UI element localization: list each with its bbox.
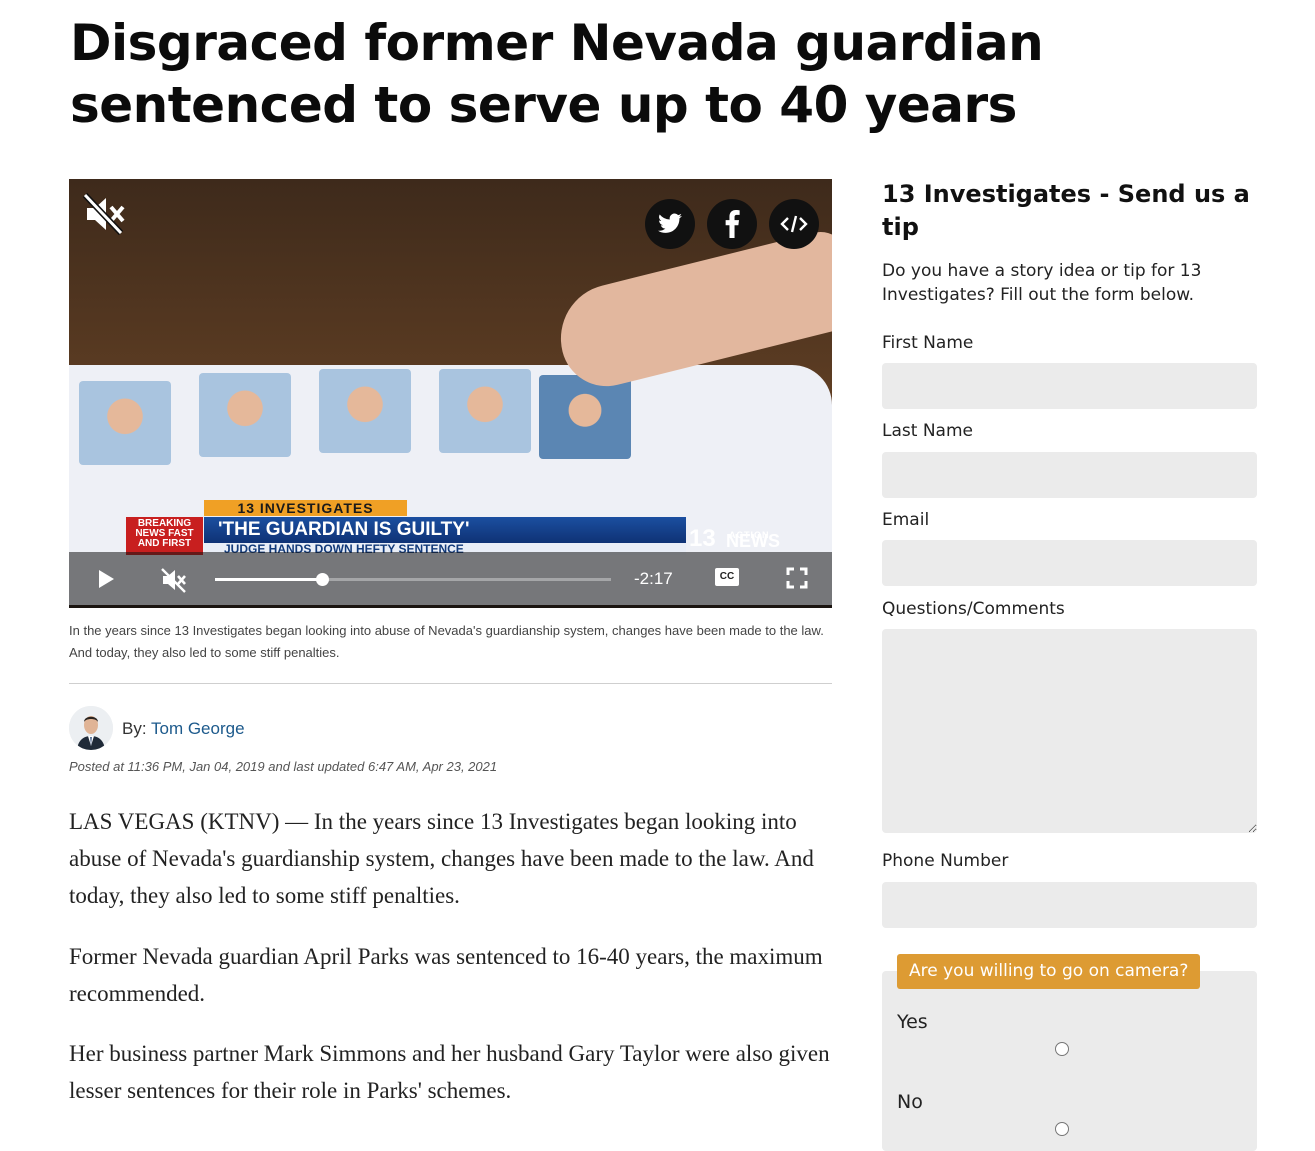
last-name-field[interactable]: [882, 452, 1257, 498]
video-control-bar: -2:17 CC: [69, 552, 832, 608]
comments-label: Questions/Comments: [882, 599, 1065, 619]
article-headline: Disgraced former Nevada guardian sentenc…: [70, 14, 1044, 134]
camera-option-yes-radio[interactable]: [1055, 1042, 1069, 1056]
video-progress-fill: [215, 578, 322, 581]
video-photo: [319, 369, 411, 453]
video-time-remaining: -2:17: [634, 569, 673, 588]
divider: [69, 683, 832, 684]
camera-option-no-radio[interactable]: [1055, 1122, 1069, 1136]
camera-question-legend: Are you willing to go on camera?: [897, 954, 1201, 989]
article-paragraph: Former Nevada guardian April Parks was s…: [69, 944, 823, 1006]
author-avatar[interactable]: [69, 706, 113, 750]
video-photo: [79, 381, 171, 465]
first-name-field[interactable]: [882, 363, 1257, 409]
phone-field[interactable]: [882, 882, 1257, 928]
last-name-label: Last Name: [882, 421, 973, 441]
video-caption: In the years since 13 Investigates began…: [69, 623, 824, 660]
posted-timestamp: Posted at 11:36 PM, Jan 04, 2019 and las…: [69, 759, 498, 774]
chyron-top-label: 13 INVESTIGATES: [204, 500, 407, 516]
muted-icon[interactable]: [81, 191, 127, 237]
phone-label: Phone Number: [882, 851, 1009, 871]
chyron-headline: 'THE GUARDIAN IS GUILTY': [204, 517, 686, 543]
first-name-label: First Name: [882, 333, 974, 353]
article-paragraph: Her business partner Mark Simmons and he…: [69, 1041, 830, 1103]
fullscreen-icon[interactable]: [785, 566, 809, 590]
author-link[interactable]: Tom George: [151, 719, 245, 738]
video-photo: [439, 369, 531, 453]
station-logo-number: 13: [689, 525, 716, 552]
closed-captions-icon[interactable]: CC: [715, 568, 739, 586]
chyron-breaking-badge: BREAKING NEWS FAST AND FIRST: [126, 517, 203, 555]
video-photo: [199, 373, 291, 457]
comments-field[interactable]: [882, 629, 1257, 833]
play-icon[interactable]: [93, 566, 119, 592]
station-logo: 13 ACTION NEWS: [689, 525, 789, 553]
byline-prefix: By:: [122, 719, 147, 738]
tip-form-intro: Do you have a story idea or tip for 13 I…: [882, 261, 1202, 305]
video-progress-handle[interactable]: [315, 573, 329, 586]
station-logo-word: NEWS: [726, 531, 780, 551]
volume-muted-icon[interactable]: [159, 566, 189, 594]
camera-question-group: [882, 971, 1257, 1151]
article-paragraph: LAS VEGAS (KTNV) — In the years since 13…: [69, 809, 814, 908]
camera-option-yes-label: Yes: [897, 1011, 928, 1033]
email-label: Email: [882, 510, 930, 530]
video-photo: [539, 375, 631, 459]
email-field[interactable]: [882, 540, 1257, 586]
facebook-icon[interactable]: [707, 199, 757, 249]
twitter-icon[interactable]: [645, 199, 695, 249]
video-player[interactable]: 13 INVESTIGATES BREAKING NEWS FAST AND F…: [69, 179, 832, 608]
embed-icon[interactable]: [769, 199, 819, 249]
camera-option-no-label: No: [897, 1091, 923, 1113]
tip-form-title: 13 Investigates - Send us a tip: [882, 180, 1250, 241]
byline: By: Tom George: [122, 719, 245, 739]
